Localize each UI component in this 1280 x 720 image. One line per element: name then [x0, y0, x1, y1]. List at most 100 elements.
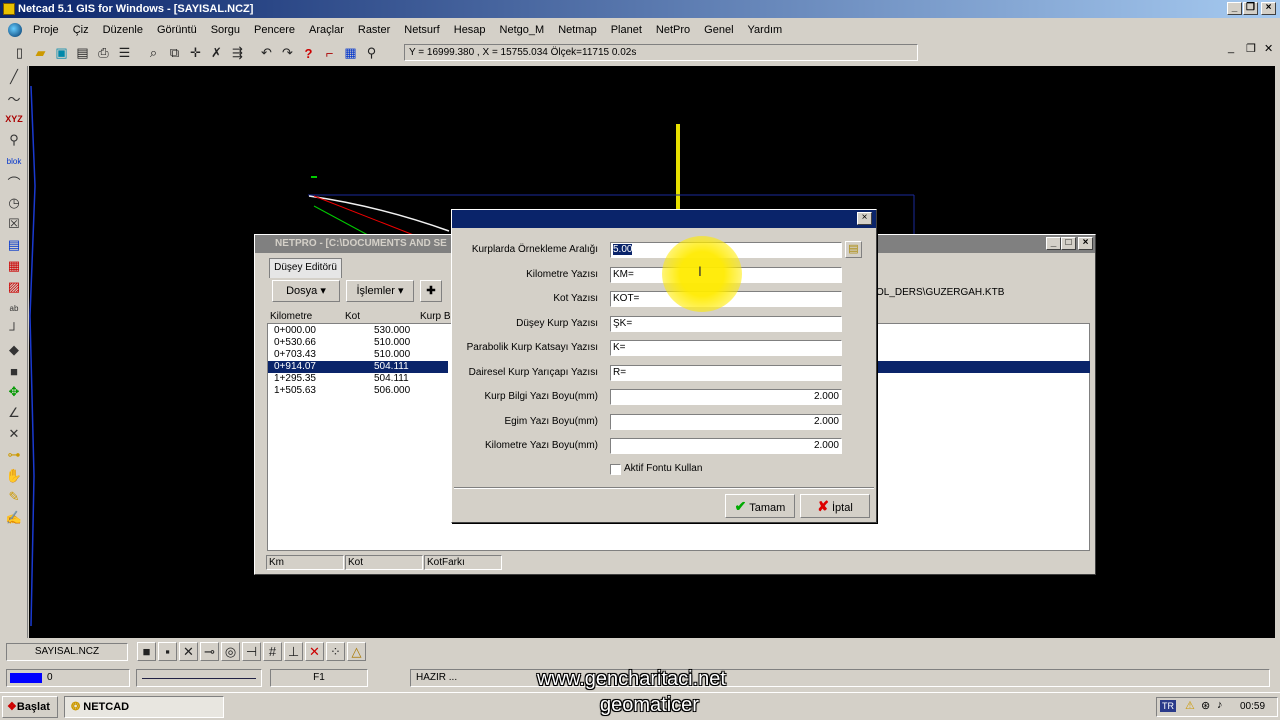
- start-button[interactable]: ❖Başlat: [2, 696, 58, 718]
- column-kot[interactable]: Kot: [345, 311, 360, 322]
- triangle-icon[interactable]: △: [347, 642, 366, 661]
- table-row[interactable]: 0+000.00 530.000: [268, 325, 448, 337]
- menu-proje[interactable]: Proje: [26, 24, 66, 36]
- corner-tool-icon[interactable]: ┘: [3, 319, 25, 339]
- menu-ciz[interactable]: Çiz: [66, 24, 96, 36]
- snap-tangent-icon[interactable]: ⊣: [242, 642, 261, 661]
- netcad-task-button[interactable]: ❂ NETCAD: [64, 696, 224, 718]
- grid-icon[interactable]: ▦: [341, 44, 360, 63]
- edit-tool-icon[interactable]: ✍: [3, 508, 25, 528]
- ornekleme-input[interactable]: 5.00: [610, 242, 842, 258]
- snap-end-icon[interactable]: ■: [137, 642, 156, 661]
- restore-button[interactable]: ❐: [1243, 2, 1258, 15]
- angle-tool-icon[interactable]: ∠: [3, 403, 25, 423]
- box-x-tool-icon[interactable]: ☒: [3, 214, 25, 234]
- pan-icon[interactable]: ✛: [186, 44, 205, 63]
- node-tool-icon[interactable]: ⊶: [3, 445, 25, 465]
- preview-icon[interactable]: ▤: [73, 44, 92, 63]
- menu-genel[interactable]: Genel: [697, 24, 740, 36]
- ortho-icon[interactable]: ⊥: [284, 642, 303, 661]
- document-icon[interactable]: [8, 23, 22, 37]
- block-tool-icon[interactable]: blok: [3, 151, 25, 171]
- label-tool-icon[interactable]: ab: [3, 298, 25, 318]
- dusey-kurp-input[interactable]: ŞK=: [610, 316, 842, 332]
- undo-icon[interactable]: ↶: [257, 44, 276, 63]
- menu-yardim[interactable]: Yardım: [741, 24, 790, 36]
- menu-pencere[interactable]: Pencere: [247, 24, 302, 36]
- print-icon[interactable]: ⎙: [94, 44, 113, 63]
- iptal-button[interactable]: ✘ İptal: [800, 494, 870, 518]
- islemler-dropdown-button[interactable]: İşlemler ▾: [346, 280, 414, 302]
- move-tool-icon[interactable]: ✥: [3, 382, 25, 402]
- square-tool-icon[interactable]: ■: [3, 361, 25, 381]
- minimize-button[interactable]: _: [1227, 2, 1242, 15]
- menu-netsurf[interactable]: Netsurf: [397, 24, 446, 36]
- kot-yazisi-input[interactable]: KOT=: [610, 291, 842, 307]
- snap-off-icon[interactable]: ✕: [305, 642, 324, 661]
- help-icon[interactable]: ?: [299, 44, 318, 63]
- close-button[interactable]: ×: [1261, 2, 1276, 15]
- zoom-window-icon[interactable]: ⧉: [165, 44, 184, 63]
- dairesel-input[interactable]: R=: [610, 365, 842, 381]
- tray-volume-icon[interactable]: ♪: [1217, 699, 1223, 711]
- tray-network-icon[interactable]: ⊛: [1201, 699, 1210, 712]
- snap-near-icon[interactable]: ⊸: [200, 642, 219, 661]
- hand-tool-icon[interactable]: ✋: [3, 466, 25, 486]
- pencil-tool-icon[interactable]: ✎: [3, 487, 25, 507]
- save-icon[interactable]: ▣: [52, 44, 71, 63]
- hatch-grid-tool-icon[interactable]: ▦: [3, 256, 25, 276]
- menu-duzenle[interactable]: Düzenle: [96, 24, 150, 36]
- column-kurp[interactable]: Kurp B: [420, 311, 451, 322]
- snap-intersect-icon[interactable]: ✕: [179, 642, 198, 661]
- menu-hesap[interactable]: Hesap: [447, 24, 493, 36]
- hatch-tool-icon[interactable]: ▨: [3, 277, 25, 297]
- kilometre-boyu-input[interactable]: 2.000: [610, 438, 842, 454]
- kurp-bilgi-input[interactable]: 2.000: [610, 389, 842, 405]
- redo-icon[interactable]: ↷: [278, 44, 297, 63]
- table-row[interactable]: 1+505.63 506.000: [268, 385, 448, 397]
- new-file-icon[interactable]: ▯: [10, 44, 29, 63]
- lookup-icon[interactable]: ▤: [845, 241, 862, 258]
- menu-netmap[interactable]: Netmap: [551, 24, 604, 36]
- open-folder-icon[interactable]: ▰: [31, 44, 50, 63]
- line-tool-icon[interactable]: ╱: [3, 67, 25, 87]
- tamam-button[interactable]: ✔ Tamam: [725, 494, 795, 518]
- tab-dusey-editoru[interactable]: Düşey Editörü: [269, 258, 342, 278]
- kilometre-yazisi-input[interactable]: KM=: [610, 267, 842, 283]
- menu-araclar[interactable]: Araçlar: [302, 24, 351, 36]
- text-list-tool-icon[interactable]: ▤: [3, 235, 25, 255]
- menu-sorgu[interactable]: Sorgu: [204, 24, 247, 36]
- table-row[interactable]: 0+530.66 510.000: [268, 337, 448, 349]
- table-row-selected[interactable]: 0+914.07 504.111: [268, 361, 448, 373]
- dots-icon[interactable]: ⁘: [326, 642, 345, 661]
- properties-icon[interactable]: ⇶: [228, 44, 247, 63]
- grid-snap-icon[interactable]: #: [263, 642, 282, 661]
- egim-input[interactable]: 2.000: [610, 414, 842, 430]
- parabolik-input[interactable]: K=: [610, 340, 842, 356]
- netpro-close-button[interactable]: ×: [1078, 237, 1093, 250]
- cross-tool-icon[interactable]: ✕: [3, 424, 25, 444]
- table-row[interactable]: 0+703.43 510.000: [268, 349, 448, 361]
- snap-mid-icon[interactable]: ▪: [158, 642, 177, 661]
- aktif-font-checkbox[interactable]: [610, 464, 621, 475]
- layers-icon[interactable]: ☰: [115, 44, 134, 63]
- dosya-dropdown-button[interactable]: Dosya ▾: [272, 280, 340, 302]
- snap-center-icon[interactable]: ◎: [221, 642, 240, 661]
- trim-icon[interactable]: ✗: [207, 44, 226, 63]
- menu-netpro[interactable]: NetPro: [649, 24, 697, 36]
- diamond-tool-icon[interactable]: ◆: [3, 340, 25, 360]
- polyline-tool-icon[interactable]: 〜: [3, 88, 25, 108]
- line-style-field[interactable]: [136, 669, 262, 687]
- menu-planet[interactable]: Planet: [604, 24, 649, 36]
- layer-field[interactable]: 0: [6, 669, 130, 687]
- find-icon[interactable]: ⚲: [362, 44, 381, 63]
- table-row[interactable]: 1+295.35 504.111: [268, 373, 448, 385]
- measure-icon[interactable]: ⌐: [320, 44, 339, 63]
- symbol-tool-icon[interactable]: ⚲: [3, 130, 25, 150]
- menu-goruntu[interactable]: Görüntü: [150, 24, 204, 36]
- menu-raster[interactable]: Raster: [351, 24, 397, 36]
- netpro-minimize-button[interactable]: _: [1046, 237, 1061, 250]
- add-row-button[interactable]: ✚: [420, 280, 442, 302]
- menu-netgo-m[interactable]: Netgo_M: [493, 24, 552, 36]
- arc-tool-icon[interactable]: ⌒: [3, 172, 25, 192]
